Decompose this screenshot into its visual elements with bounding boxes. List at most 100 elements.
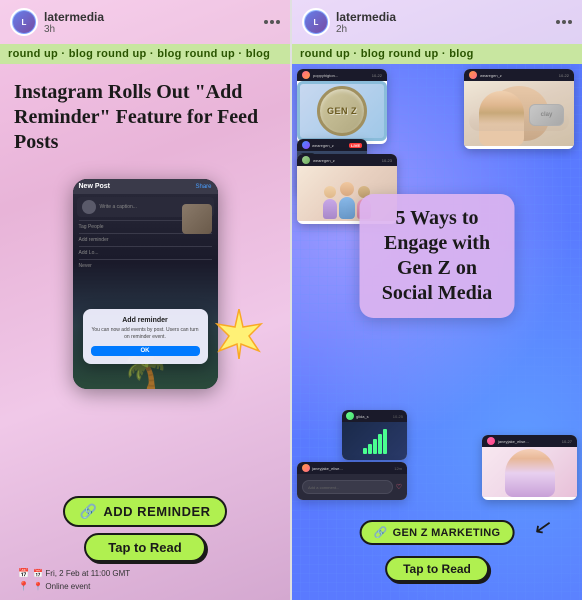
left-header-info: latermedia 3h <box>44 10 258 35</box>
gen-z-marketing-label: GEN Z MARKETING <box>393 527 501 539</box>
gen-z-card-header: poppyhigton... 10-22 <box>297 69 387 81</box>
avatar-inner: L <box>13 11 35 33</box>
girl-bottom-card: janeyjake_elise... 10-27 <box>482 435 577 500</box>
location-icon: 📍 <box>18 581 29 592</box>
right-more-options[interactable] <box>556 20 572 24</box>
reminder-popup-text: You can now add events by post. Users ca… <box>91 327 200 341</box>
signal-bars <box>363 429 387 454</box>
phone-row-lo[interactable]: Add Lo... <box>73 247 218 259</box>
left-main: Instagram Rolls Out "Add Reminder" Featu… <box>0 64 290 488</box>
reminder-popup-title: Add reminder <box>91 317 200 324</box>
link-icon-right: 🔗 <box>374 526 388 539</box>
signal-username: glida_s <box>356 414 369 419</box>
girl-bottom-header: janeyjake_elise... 10-27 <box>482 435 577 447</box>
girl-top-card: wearegen_z 10-22 clay <box>464 69 574 149</box>
dot2 <box>270 20 274 24</box>
comment-field[interactable]: Add a comment... <box>302 480 393 494</box>
phone-top-bar: New Post Share <box>73 179 218 194</box>
signal-header: glida_s 10-25 <box>342 410 407 422</box>
left-bottom-section: 🔗 ADD REMINDER Tap to Read 📅 📅 Fri, 2 Fe… <box>0 488 290 600</box>
more-options[interactable] <box>264 20 280 24</box>
girl-bottom-username: janeyjake_elise... <box>498 439 529 444</box>
live-header: wearegen_z LIVE <box>297 139 367 151</box>
right-ticker-text: round up · blog round up · blog <box>300 48 474 60</box>
phone-row-never[interactable]: Never <box>73 260 218 272</box>
add-reminder-label: ADD REMINDER <box>103 504 210 519</box>
left-story-card: L latermedia 3h round up · blog round up… <box>0 0 290 600</box>
right-dot3 <box>568 20 572 24</box>
signal-bar-5 <box>383 429 387 454</box>
reminder-ok-btn[interactable]: OK <box>91 346 200 356</box>
right-avatar-inner: L <box>305 11 327 33</box>
signal-content <box>342 422 407 460</box>
comment-username: janeyjake_elise... <box>312 466 343 471</box>
girl-bottom-time: 10-27 <box>562 439 572 444</box>
live-badge: LIVE <box>349 143 362 148</box>
signal-avatar <box>346 412 354 420</box>
comment-time: 12m <box>394 466 402 471</box>
phone-row-reminder[interactable]: Add reminder <box>73 234 218 246</box>
girl-figure <box>505 449 555 497</box>
left-username: latermedia <box>44 10 258 24</box>
girl-img: clay <box>464 81 574 146</box>
gen-z-article-title: 5 Ways to Engage with Gen Z on Social Me… <box>374 206 501 306</box>
clay-object: clay <box>529 104 564 126</box>
phone-row-label-never: Never <box>79 263 92 269</box>
gen-z-coin: GEN Z <box>317 86 367 136</box>
comment-placeholder: Add a comment... <box>308 485 339 490</box>
right-username: latermedia <box>336 10 550 24</box>
comment-heart[interactable]: ♡ <box>396 483 402 491</box>
tap-to-read-right[interactable]: Tap to Read <box>385 556 489 582</box>
link-icon-left: 🔗 <box>79 503 97 520</box>
left-ticker: round up · blog round up · blog round up… <box>0 44 290 64</box>
gen-z-time: 10-22 <box>372 73 382 78</box>
girl-avatar <box>469 71 477 79</box>
date-text: 📅 Fri, 2 Feb at 11:00 GMT <box>33 569 130 578</box>
date-row-1: 📅 📅 Fri, 2 Feb at 11:00 GMT <box>18 568 130 579</box>
phone-img <box>182 204 212 234</box>
gen-z-coin-img: GEN Z <box>297 81 387 141</box>
starburst-decoration <box>214 309 264 359</box>
left-avatar: L <box>10 8 38 36</box>
phone-mockup: New Post Share Write a caption... Tag Pe… <box>14 169 276 478</box>
phone-row-label-tag: Tag People <box>79 224 104 230</box>
left-time: 3h <box>44 24 258 35</box>
right-time: 2h <box>336 24 550 35</box>
calendar-icon: 📅 <box>18 568 29 579</box>
starburst-svg <box>214 309 264 359</box>
people-username: wearegen_z <box>313 158 335 163</box>
phone-avatar <box>82 200 96 214</box>
right-collage: poppyhigton... 10-22 GEN Z wearegen_z 10… <box>292 64 582 600</box>
comment-input-area[interactable]: Add a comment... ♡ <box>297 474 407 500</box>
add-reminder-badge[interactable]: 🔗 ADD REMINDER <box>63 496 226 527</box>
signal-time: 10-25 <box>393 414 403 419</box>
people-time: 10-23 <box>382 158 392 163</box>
signal-bar-4 <box>378 434 382 454</box>
comment-card: janeyjake_elise... 12m Add a comment... … <box>297 462 407 500</box>
right-ticker: round up · blog round up · blog <box>292 44 582 64</box>
right-dot2 <box>562 20 566 24</box>
head1 <box>324 186 336 198</box>
phone-title: New Post <box>79 183 111 190</box>
signal-bar-3 <box>373 439 377 454</box>
body2 <box>339 197 355 219</box>
gen-z-text-bubble: 5 Ways to Engage with Gen Z on Social Me… <box>360 194 515 318</box>
right-header-info: latermedia 2h <box>336 10 550 35</box>
dot1 <box>264 20 268 24</box>
comment-header: janeyjake_elise... 12m <box>297 462 407 474</box>
gen-z-coin-text: GEN Z <box>327 106 357 116</box>
phone-row-label-reminder: Add reminder <box>79 237 109 243</box>
bounce-arrow-right: ↙ <box>531 513 554 542</box>
date-row-2: 📍 📍 Online event <box>18 581 90 592</box>
left-header: L latermedia 3h <box>0 0 290 44</box>
reminder-popup: Add reminder You can now add events by p… <box>83 309 208 364</box>
ticker-text: round up · blog round up · blog round up… <box>8 48 270 60</box>
girl-card-header: wearegen_z 10-22 <box>464 69 574 81</box>
tap-to-read-left[interactable]: Tap to Read <box>84 533 205 562</box>
gen-z-marketing-tag[interactable]: 🔗 GEN Z MARKETING <box>360 520 515 545</box>
gen-z-avatar <box>302 71 310 79</box>
phone-row-label-lo: Add Lo... <box>79 250 99 256</box>
phone-share-btn[interactable]: Share <box>195 184 211 190</box>
signal-bar-2 <box>368 444 372 454</box>
head2 <box>340 182 354 196</box>
